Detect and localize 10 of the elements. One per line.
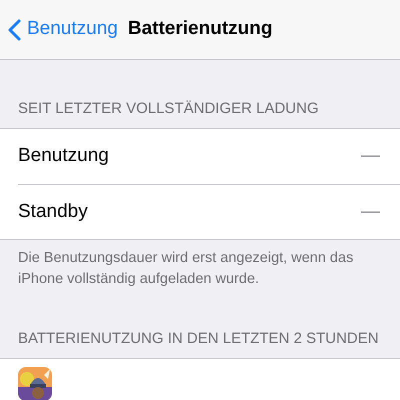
section-header: BATTERIENUTZUNG IN DEN LETZTEN 2 STUNDEN <box>17 328 380 349</box>
row-value: — <box>361 200 380 224</box>
row-label: Standby <box>18 200 88 224</box>
back-chevron-icon[interactable] <box>8 18 21 40</box>
section-footer: Die Benutzungsdauer wird erst angezeigt, wenn das iPhone vollständig aufgeladen wurde. <box>0 240 400 290</box>
page-title: Batterienutzung <box>128 17 272 42</box>
back-button[interactable]: Benutzung <box>8 15 118 44</box>
row-value: — <box>361 144 380 168</box>
row-label: Benutzung <box>18 144 109 168</box>
section-header: SEIT LETZTER VOLLSTÄNDIGER LADUNG <box>17 99 320 119</box>
